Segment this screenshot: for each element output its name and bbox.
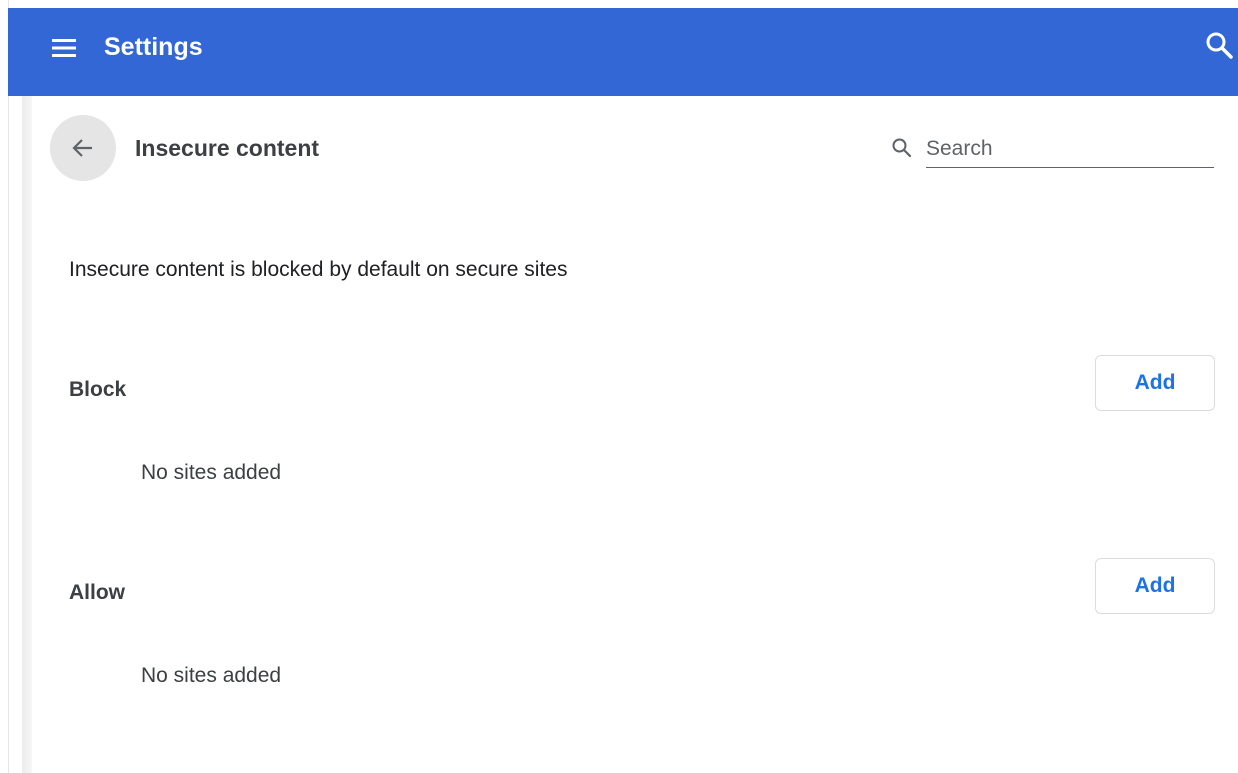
subpage-title: Insecure content — [135, 135, 320, 161]
search-icon — [890, 136, 914, 160]
content-left-shadow — [22, 96, 32, 773]
block-add-button[interactable]: Add — [1095, 355, 1215, 411]
back-button[interactable] — [50, 115, 116, 181]
toolbar-title: Settings — [104, 33, 203, 61]
allow-add-button[interactable]: Add — [1095, 558, 1215, 614]
block-empty-text: No sites added — [141, 461, 282, 484]
settings-toolbar: Settings — [8, 8, 1238, 96]
allow-empty-text: No sites added — [141, 664, 282, 687]
arrow-back-icon — [72, 139, 92, 157]
settings-window: Settings Insecure content Search Insecur… — [0, 0, 1238, 773]
allow-section-label: Allow — [69, 581, 125, 604]
subpage-search-field[interactable] — [890, 129, 1216, 169]
window-left-edge — [0, 0, 9, 773]
search-input[interactable] — [926, 131, 1214, 168]
block-section-label: Block — [69, 378, 127, 401]
hamburger-menu-icon[interactable] — [50, 36, 78, 60]
toolbar-search-icon[interactable] — [1204, 30, 1234, 60]
default-behavior-description: Insecure content is blocked by default o… — [69, 258, 568, 281]
subpage-header: Insecure content — [50, 115, 1220, 181]
